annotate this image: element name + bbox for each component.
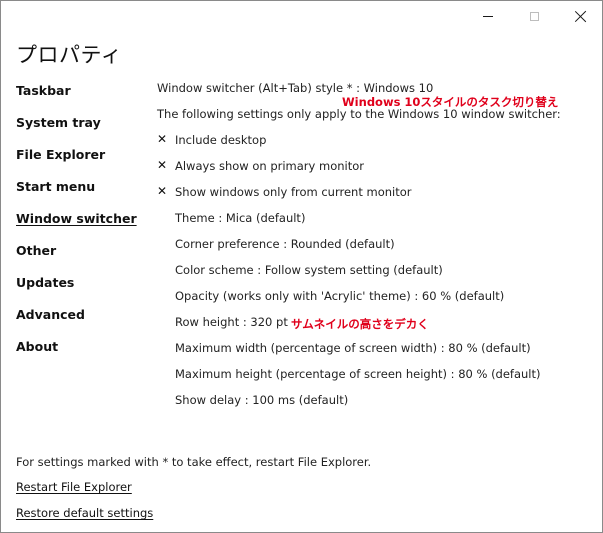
restore-default-settings-link[interactable]: Restore default settings	[16, 506, 153, 520]
row-height-setting[interactable]: Row height : 320 pt	[175, 315, 288, 329]
restart-file-explorer-link[interactable]: Restart File Explorer	[16, 480, 132, 494]
opacity-setting[interactable]: Opacity (works only with 'Acrylic' theme…	[175, 289, 504, 303]
sidebar-item-start-menu[interactable]: Start menu	[16, 179, 95, 194]
sidebar-item-taskbar[interactable]: Taskbar	[16, 83, 71, 98]
window-switcher-style-setting[interactable]: Window switcher (Alt+Tab) style * : Wind…	[157, 81, 433, 95]
checkbox-primary-monitor-label[interactable]: Always show on primary monitor	[175, 159, 364, 173]
sidebar-item-updates[interactable]: Updates	[16, 275, 74, 290]
minimize-icon	[483, 15, 493, 17]
checkbox-current-monitor-label[interactable]: Show windows only from current monitor	[175, 185, 412, 199]
checkbox-include-desktop-check-icon[interactable]: ✕	[157, 132, 167, 146]
maximum-height-setting[interactable]: Maximum height (percentage of screen hei…	[175, 367, 541, 381]
show-delay-setting[interactable]: Show delay : 100 ms (default)	[175, 393, 348, 407]
maximize-icon	[529, 11, 539, 21]
maximum-width-setting[interactable]: Maximum width (percentage of screen widt…	[175, 341, 531, 355]
page-title: プロパティ	[16, 43, 123, 67]
checkbox-current-monitor-check-icon[interactable]: ✕	[157, 184, 167, 198]
properties-window: プロパティ Taskbar System tray File Explorer …	[0, 0, 603, 533]
restart-note: For settings marked with * to take effec…	[16, 455, 372, 469]
sidebar-item-file-explorer[interactable]: File Explorer	[16, 147, 105, 162]
sidebar-item-other[interactable]: Other	[16, 243, 56, 258]
sidebar-item-system-tray[interactable]: System tray	[16, 115, 101, 130]
maximize-button[interactable]	[511, 1, 557, 31]
info-text: The following settings only apply to the…	[157, 107, 561, 121]
corner-preference-setting[interactable]: Corner preference : Rounded (default)	[175, 237, 395, 251]
color-scheme-setting[interactable]: Color scheme : Follow system setting (de…	[175, 263, 443, 277]
theme-setting[interactable]: Theme : Mica (default)	[175, 211, 305, 225]
sidebar-item-about[interactable]: About	[16, 339, 58, 354]
annotation-row-height: サムネイルの高さをデカく	[291, 317, 429, 331]
close-button[interactable]	[557, 1, 602, 31]
checkbox-primary-monitor-check-icon[interactable]: ✕	[157, 158, 167, 172]
sidebar-item-window-switcher[interactable]: Window switcher	[16, 211, 137, 226]
sidebar-item-advanced[interactable]: Advanced	[16, 307, 85, 322]
checkbox-include-desktop-label[interactable]: Include desktop	[175, 133, 266, 147]
minimize-button[interactable]	[465, 1, 511, 31]
close-icon	[574, 10, 587, 23]
